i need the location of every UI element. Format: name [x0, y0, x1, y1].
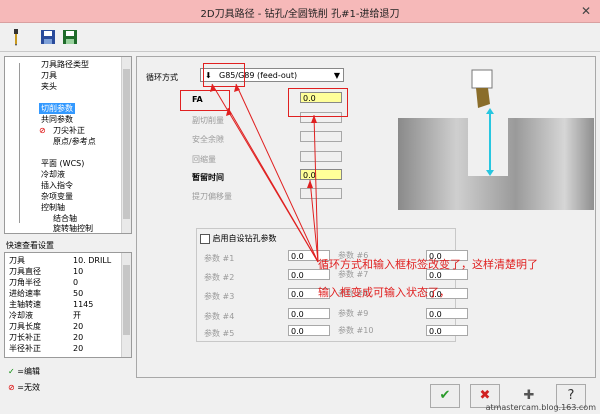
annotation-arrows — [210, 83, 319, 263]
annotation-line-2: 输入框变成可输入状态了， — [318, 286, 450, 299]
annotation-line-1: 循环方式和输入框标签改变了，这样清楚明了 — [318, 258, 538, 271]
watermark: atmastercam.blog.163.com — [485, 403, 596, 412]
ok-button[interactable]: ✔ — [430, 384, 460, 408]
